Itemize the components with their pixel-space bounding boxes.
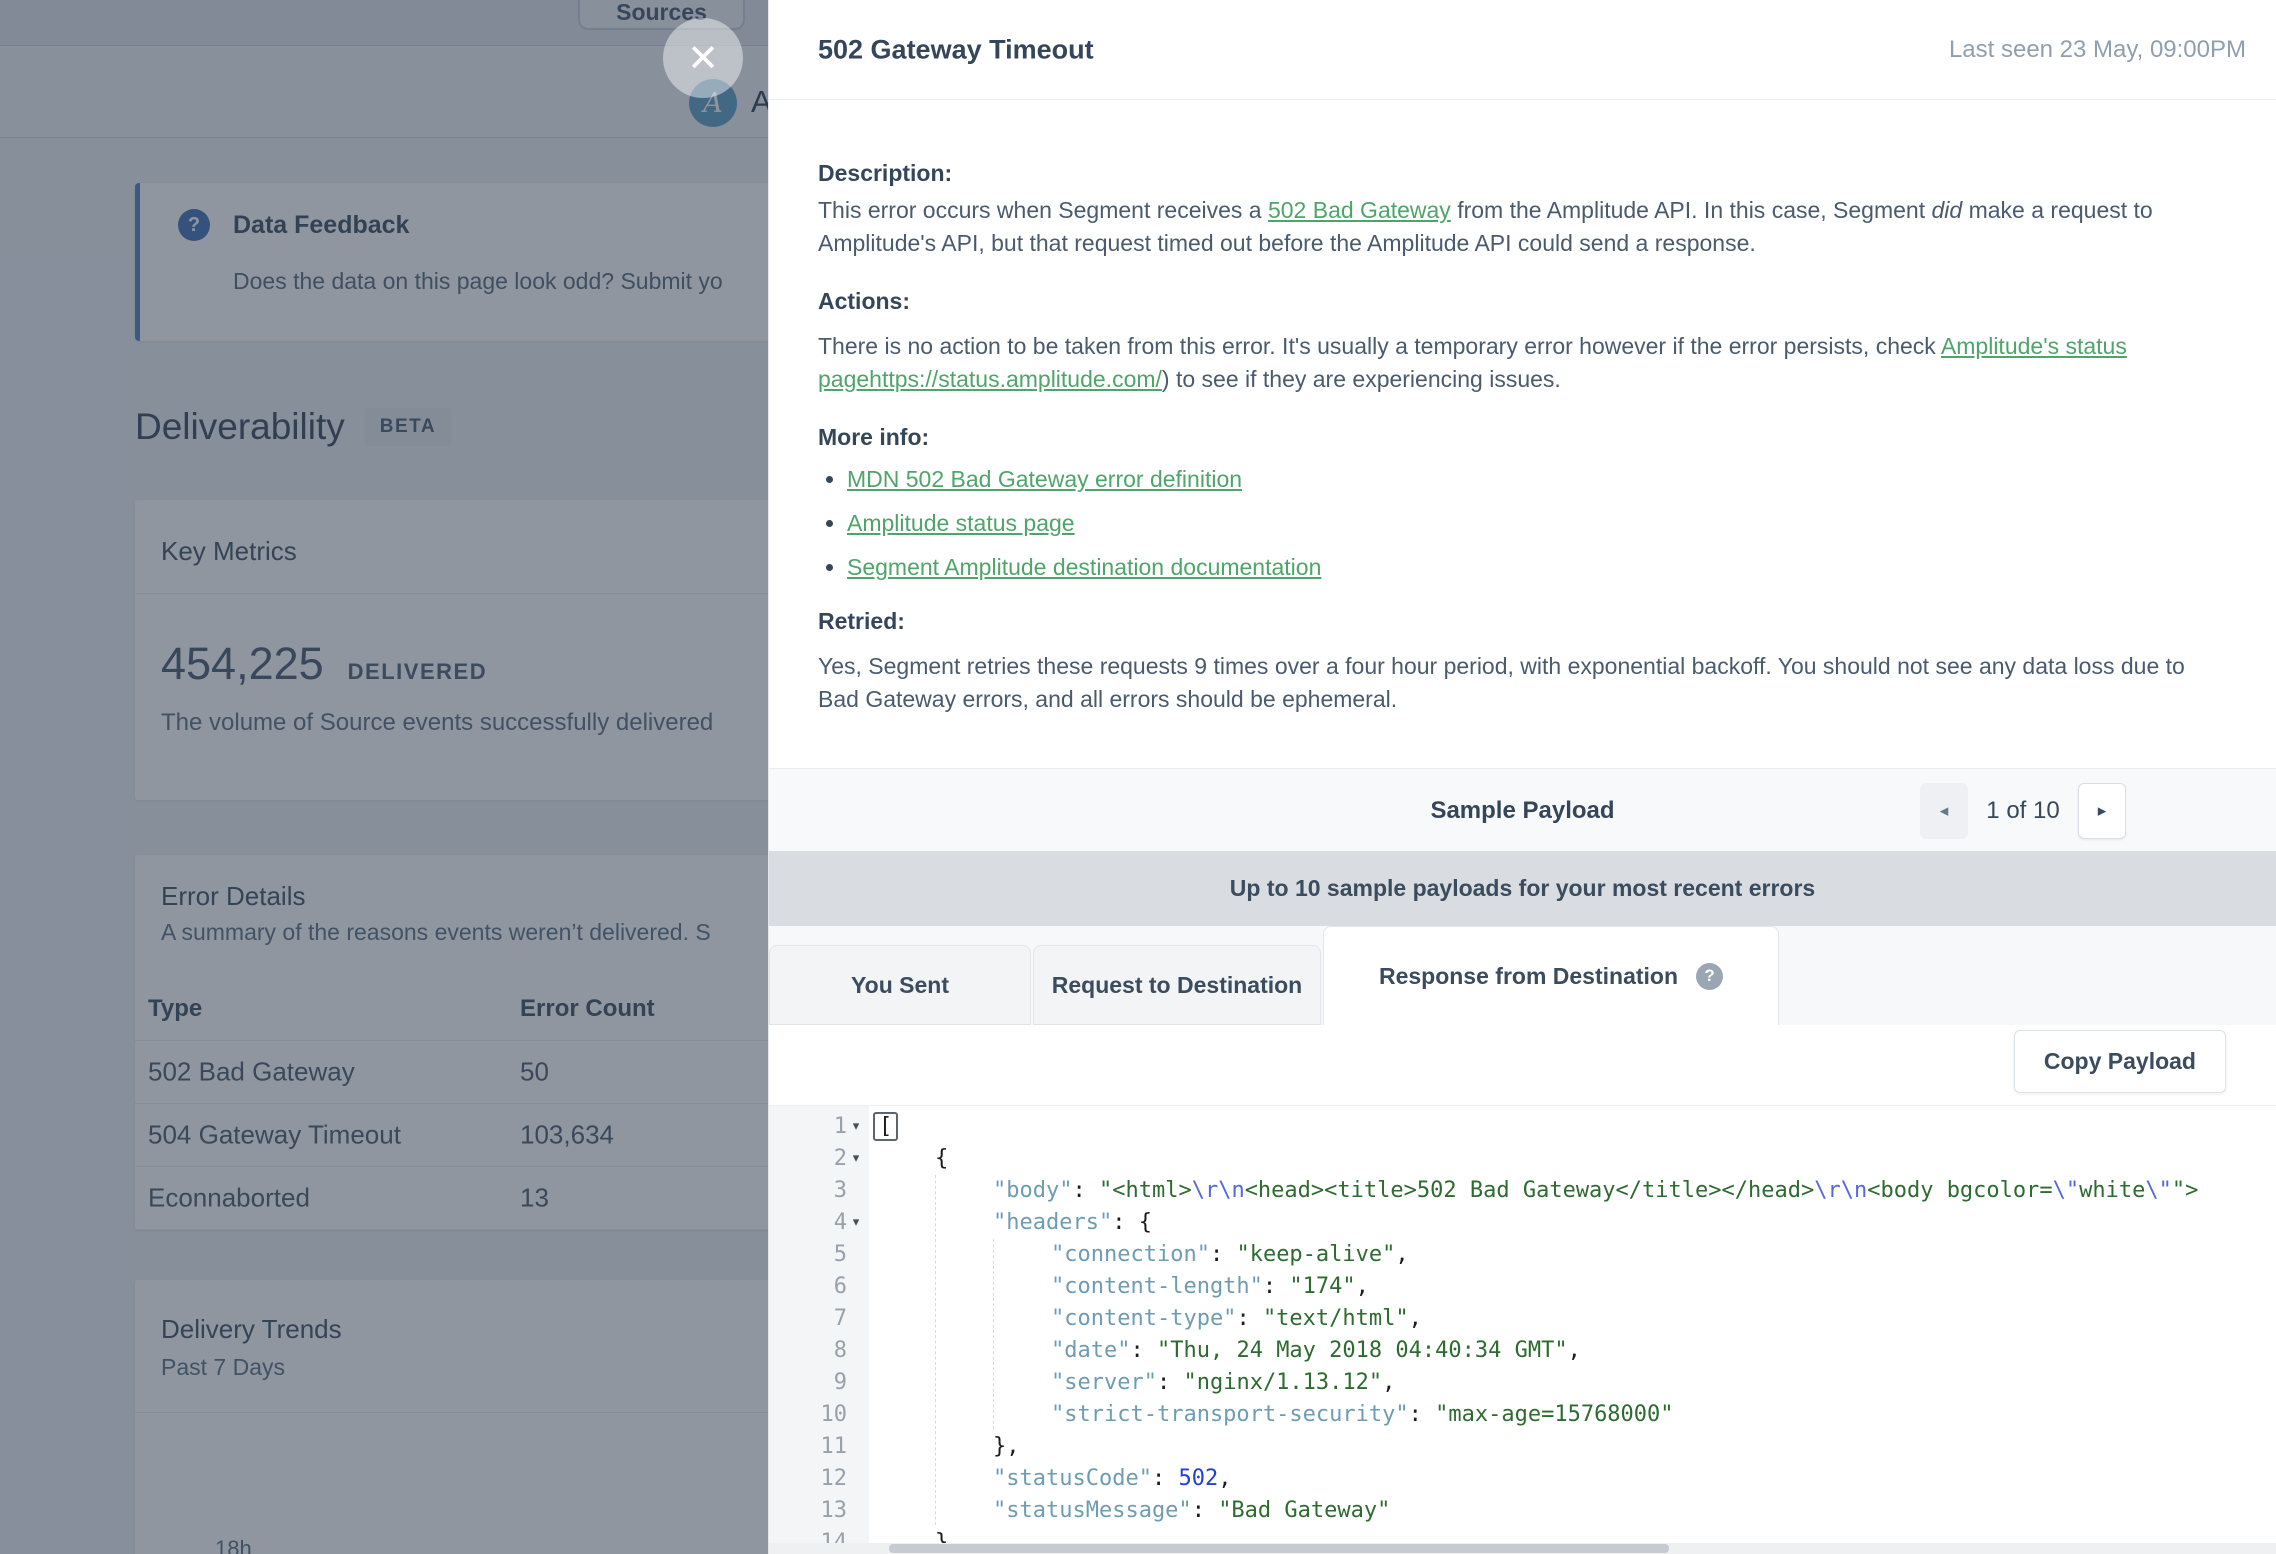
line-number: 1▾ bbox=[769, 1111, 869, 1143]
code-line: 11}, bbox=[769, 1431, 2276, 1463]
line-number: 4▾ bbox=[769, 1207, 869, 1239]
code-line: 9"server": "nginx/1.13.12", bbox=[769, 1367, 2276, 1399]
payload-code-viewer: 1▾[2▾{3"body": "<html>\r\n<head><title>5… bbox=[769, 1105, 2276, 1554]
list-item: Segment Amplitude destination documentat… bbox=[847, 554, 2147, 581]
retried-paragraph: Yes, Segment retries these requests 9 ti… bbox=[818, 650, 2228, 716]
payload-pager: ◂ 1 of 10 ▸ bbox=[1920, 783, 2126, 839]
next-payload-button[interactable]: ▸ bbox=[2078, 783, 2126, 839]
code-line: 10"strict-transport-security": "max-age=… bbox=[769, 1399, 2276, 1431]
description-paragraph: This error occurs when Segment receives … bbox=[818, 194, 2228, 260]
code-line: 6"content-length": "174", bbox=[769, 1271, 2276, 1303]
bad-gateway-link[interactable]: 502 Bad Gateway bbox=[1268, 197, 1451, 223]
code-line: 5"connection": "keep-alive", bbox=[769, 1239, 2276, 1271]
prev-payload-button[interactable]: ◂ bbox=[1920, 783, 1968, 839]
chevron-right-icon: ▸ bbox=[2098, 801, 2107, 821]
code-line: 12"statusCode": 502, bbox=[769, 1463, 2276, 1495]
description-label: Description: bbox=[818, 160, 952, 187]
line-number: 12 bbox=[769, 1463, 869, 1495]
line-number: 7 bbox=[769, 1303, 869, 1335]
more-info-label: More info: bbox=[818, 424, 929, 451]
payload-action-bar: Copy Payload bbox=[769, 1025, 2276, 1105]
panel-title: 502 Gateway Timeout bbox=[818, 34, 1094, 65]
amplitude-status-page-link[interactable]: Amplitude status page bbox=[847, 510, 1075, 536]
actions-label: Actions: bbox=[818, 288, 910, 315]
help-icon[interactable]: ? bbox=[1696, 963, 1723, 990]
code-line: 3"body": "<html>\r\n<head><title>502 Bad… bbox=[769, 1175, 2276, 1207]
code-line: 7"content-type": "text/html", bbox=[769, 1303, 2276, 1335]
mdn-link[interactable]: MDN 502 Bad Gateway error definition bbox=[847, 466, 1242, 492]
list-item: Amplitude status page bbox=[847, 510, 2147, 537]
code-line: 13"statusMessage": "Bad Gateway" bbox=[769, 1495, 2276, 1527]
close-icon: ✕ bbox=[687, 36, 719, 81]
code-line: 4▾"headers": { bbox=[769, 1207, 2276, 1239]
line-number: 2▾ bbox=[769, 1143, 869, 1175]
segment-docs-link[interactable]: Segment Amplitude destination documentat… bbox=[847, 554, 1321, 580]
line-number: 10 bbox=[769, 1399, 869, 1431]
error-detail-panel: 502 Gateway Timeout Last seen 23 May, 09… bbox=[768, 0, 2276, 1554]
scrollbar-thumb[interactable] bbox=[889, 1544, 1669, 1553]
line-number: 9 bbox=[769, 1367, 869, 1399]
chevron-left-icon: ◂ bbox=[1940, 801, 1949, 821]
tab-you-sent[interactable]: You Sent bbox=[769, 945, 1031, 1025]
sample-payload-bar: Sample Payload ◂ 1 of 10 ▸ bbox=[769, 768, 2276, 851]
close-panel-button[interactable]: ✕ bbox=[663, 18, 743, 98]
line-number: 3 bbox=[769, 1175, 869, 1207]
tab-response-from-destination[interactable]: Response from Destination ? bbox=[1323, 926, 1779, 1025]
sample-payload-banner: Up to 10 sample payloads for your most r… bbox=[769, 851, 2276, 926]
fold-arrow-icon[interactable]: ▾ bbox=[847, 1207, 865, 1239]
pager-position: 1 of 10 bbox=[1968, 797, 2078, 825]
modal-dim-overlay bbox=[0, 0, 768, 1554]
code-line: 1▾[ bbox=[769, 1111, 2276, 1143]
horizontal-scrollbar bbox=[769, 1543, 2276, 1554]
line-number: 13 bbox=[769, 1495, 869, 1527]
last-seen-timestamp: Last seen 23 May, 09:00PM bbox=[1949, 36, 2246, 64]
line-number: 6 bbox=[769, 1271, 869, 1303]
code-line: 2▾{ bbox=[769, 1143, 2276, 1175]
line-number: 8 bbox=[769, 1335, 869, 1367]
fold-arrow-icon[interactable]: ▾ bbox=[847, 1143, 865, 1175]
list-item: MDN 502 Bad Gateway error definition bbox=[847, 466, 2147, 493]
tab-request-to-destination[interactable]: Request to Destination bbox=[1033, 945, 1321, 1025]
fold-arrow-icon[interactable]: ▾ bbox=[847, 1111, 865, 1143]
copy-payload-button[interactable]: Copy Payload bbox=[2014, 1030, 2226, 1093]
code-lines: 1▾[2▾{3"body": "<html>\r\n<head><title>5… bbox=[769, 1111, 2276, 1554]
emphasis-did: did bbox=[1932, 197, 1963, 223]
panel-header: 502 Gateway Timeout Last seen 23 May, 09… bbox=[769, 0, 2276, 100]
more-info-list: MDN 502 Bad Gateway error definition Amp… bbox=[847, 466, 2147, 598]
payload-tabs: You Sent Request to Destination Response… bbox=[769, 926, 2276, 1025]
code-line: 8"date": "Thu, 24 May 2018 04:40:34 GMT"… bbox=[769, 1335, 2276, 1367]
line-number: 5 bbox=[769, 1239, 869, 1271]
retried-label: Retried: bbox=[818, 608, 905, 635]
actions-paragraph: There is no action to be taken from this… bbox=[818, 330, 2228, 396]
screen: Sources A A ? Data Feedback Does the dat… bbox=[0, 0, 2276, 1554]
background-page: Sources A A ? Data Feedback Does the dat… bbox=[0, 0, 768, 1554]
line-number: 11 bbox=[769, 1431, 869, 1463]
